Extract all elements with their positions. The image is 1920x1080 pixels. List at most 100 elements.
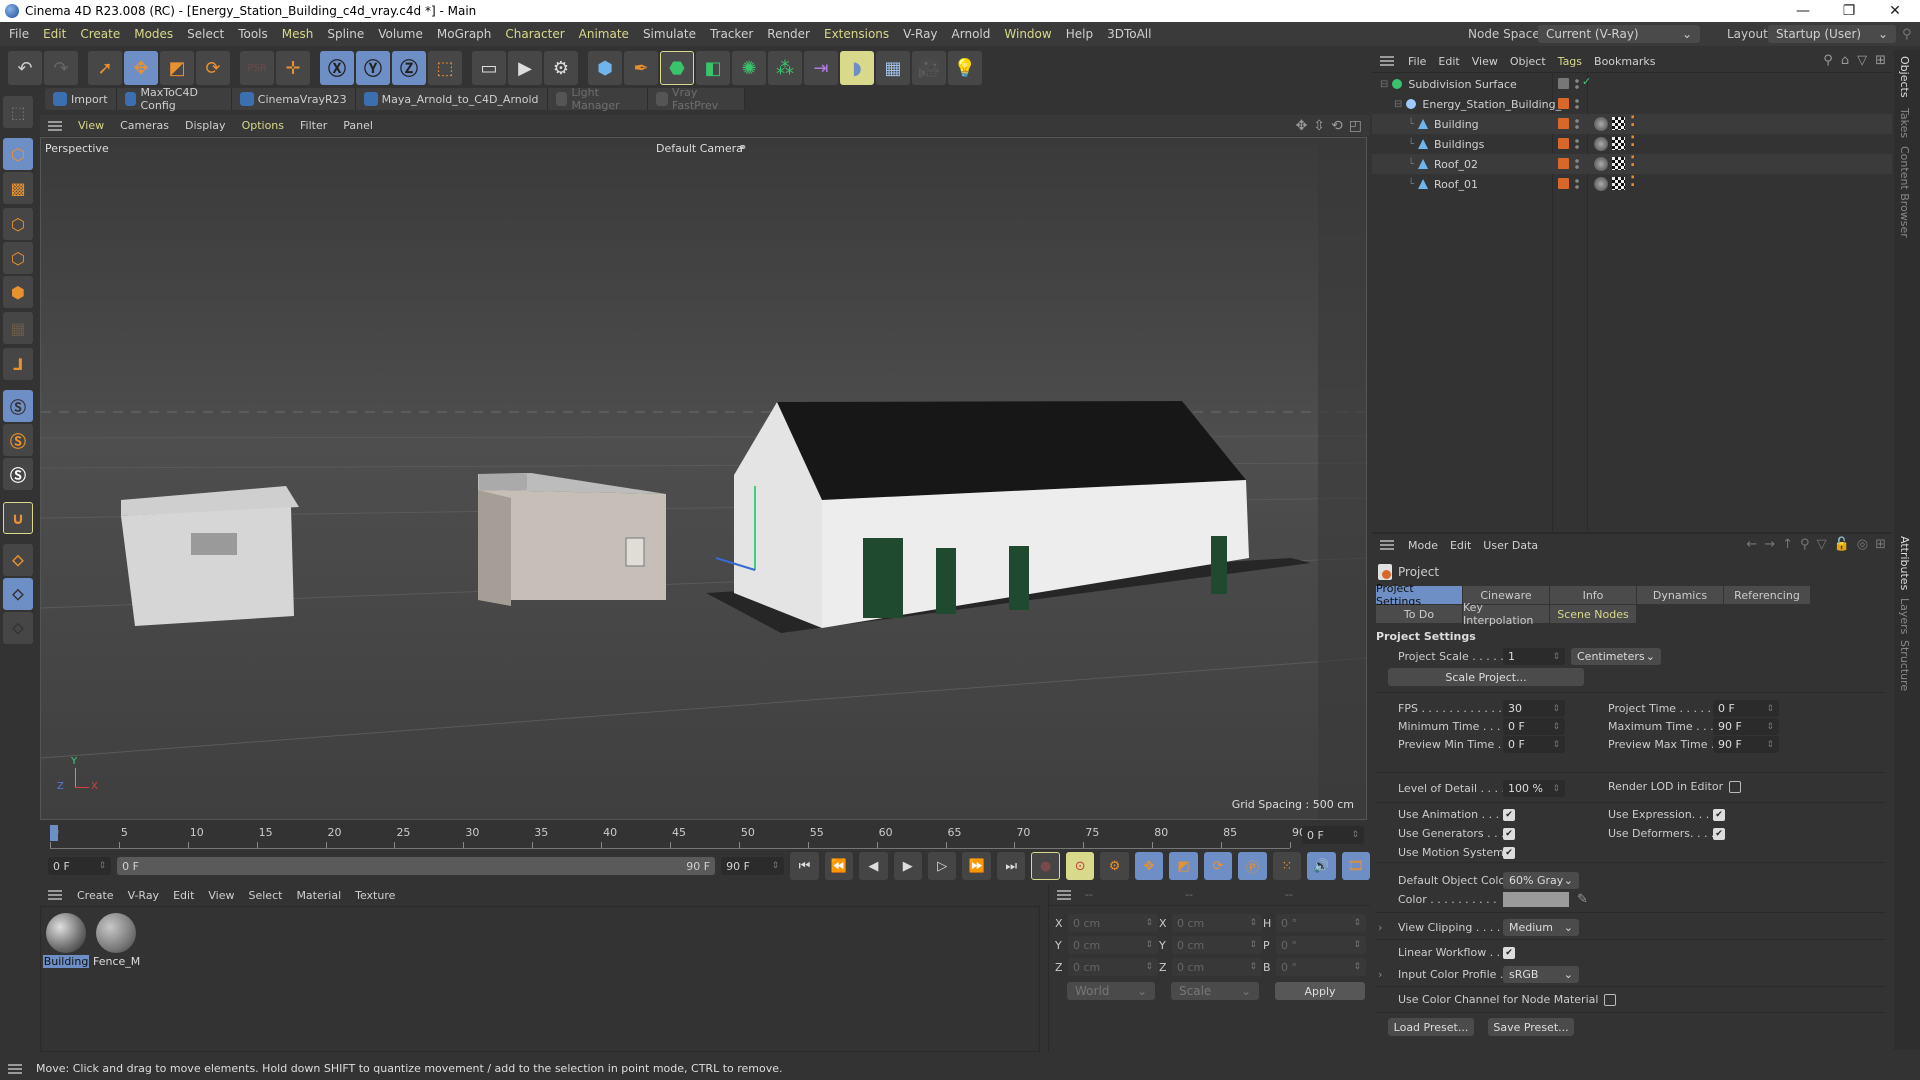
maximize-button[interactable]: ❐ — [1826, 0, 1872, 22]
visibility-dots-icon[interactable] — [1575, 178, 1579, 190]
undo-button[interactable]: ↶ — [8, 51, 42, 85]
menu-character[interactable]: Character — [498, 27, 571, 41]
node-space-select[interactable]: Current (V-Ray) ⌄ — [1538, 25, 1700, 43]
layer-color-tag[interactable] — [1558, 78, 1569, 89]
minimize-button[interactable]: — — [1780, 0, 1826, 22]
attribute-menu-edit[interactable]: Edit — [1444, 539, 1477, 552]
uvw-tag-icon[interactable] — [1612, 157, 1625, 170]
coord-rot-p-field[interactable]: 0 ° ⇕ — [1276, 936, 1366, 954]
render-lod-checkbox[interactable] — [1729, 780, 1742, 793]
material-tag-icon[interactable] — [1594, 177, 1608, 191]
tree-connector-icon[interactable]: ⊟ — [1394, 99, 1402, 110]
attribute-menu-user-data[interactable]: User Data — [1477, 539, 1544, 552]
material-menu-view[interactable]: View — [201, 889, 241, 902]
snap-settings-button[interactable]: Ⓢ — [3, 424, 33, 456]
magnet-button[interactable]: ∪ — [3, 502, 33, 534]
key-parameter-button[interactable]: Ⓟ — [1238, 852, 1267, 880]
fps-field[interactable]: 30 ⇕ — [1503, 700, 1565, 717]
coordinate-mode-select[interactable]: World ⌄ — [1067, 982, 1155, 1000]
prev-min-field[interactable]: 0 F ⇕ — [1503, 736, 1565, 753]
coordinate-system-button[interactable]: ⬚ — [428, 51, 462, 85]
object-menu-file[interactable]: File — [1402, 55, 1432, 68]
point-mode-button[interactable]: ⬡ — [3, 208, 33, 240]
material-menu-texture[interactable]: Texture — [348, 889, 402, 902]
material-tag-icon[interactable] — [1594, 157, 1608, 171]
material-menu-v-ray[interactable]: V-Ray — [121, 889, 167, 902]
close-button[interactable]: ✕ — [1872, 0, 1918, 22]
hamburger-icon[interactable] — [48, 890, 62, 900]
end-frame-field[interactable]: 90 F ⇕ — [721, 857, 785, 875]
menu-3dtoall[interactable]: 3DToAll — [1100, 27, 1158, 41]
projection-label[interactable]: Perspective — [45, 142, 109, 155]
enabled-check-icon[interactable]: ✓ — [1582, 75, 1591, 88]
use-animation-checkbox[interactable]: ✔ — [1503, 808, 1515, 821]
material-menu-create[interactable]: Create — [70, 889, 121, 902]
tab-scene-nodes[interactable]: Scene Nodes — [1550, 605, 1637, 623]
menu-spline[interactable]: Spline — [320, 27, 371, 41]
viewport-menu-panel[interactable]: Panel — [335, 119, 381, 132]
home-icon[interactable]: ⌂ — [1841, 53, 1849, 68]
pen-button[interactable]: ✒ — [624, 51, 658, 85]
key-position-button[interactable]: ✥ — [1134, 852, 1164, 880]
vray-tag-icon[interactable]: ⁚ — [1630, 174, 1635, 190]
coord-rot-h-field[interactable]: 0 ° ⇕ — [1276, 914, 1366, 932]
viewport-menu-options[interactable]: Options — [234, 119, 292, 132]
eyedropper-icon[interactable]: ✎ — [1577, 892, 1588, 907]
render-settings-button[interactable]: ⚙ — [544, 51, 578, 85]
target-icon[interactable]: ◎ — [1857, 537, 1868, 552]
render-picture-viewer-button[interactable]: ▶ — [508, 51, 542, 85]
uvw-tag-icon[interactable] — [1612, 117, 1625, 130]
object-menu-tags[interactable]: Tags — [1552, 55, 1588, 68]
tab-takes[interactable]: Takes — [1898, 108, 1911, 138]
object-row-subdivision-surface[interactable]: ⊟ Subdivision Surface ✓ — [1372, 74, 1892, 94]
menu-animate[interactable]: Animate — [572, 27, 636, 41]
max-time-field[interactable]: 90 F ⇕ — [1713, 718, 1779, 735]
plugin-light-manager-button[interactable]: Light Manager — [548, 86, 649, 112]
apply-button[interactable]: Apply — [1275, 982, 1365, 1000]
texture-mode-button[interactable]: ▩ — [3, 172, 33, 204]
play-button[interactable]: ▶ — [893, 852, 923, 880]
floor-button[interactable]: ▦ — [876, 51, 910, 85]
layer-color-tag[interactable] — [1558, 118, 1569, 129]
material-menu-material[interactable]: Material — [289, 889, 348, 902]
plugin-import-button[interactable]: Import — [45, 88, 117, 110]
array-button[interactable]: ⁂ — [768, 51, 802, 85]
z-axis-lock-button[interactable]: Ⓩ — [392, 51, 426, 85]
object-row-roof-01[interactable]: └ Roof_01 ⁚ — [1372, 174, 1892, 194]
sound-button[interactable]: 🔊 — [1307, 852, 1336, 880]
camera-button[interactable]: 🎥 — [912, 51, 946, 85]
polygon-mode-button[interactable]: ⬢ — [3, 276, 33, 308]
layer-color-tag[interactable] — [1558, 138, 1569, 149]
psr-button[interactable]: PSR — [240, 51, 274, 85]
project-time-field[interactable]: 0 F ⇕ — [1713, 700, 1779, 717]
viewport-menu-cameras[interactable]: Cameras — [112, 119, 177, 132]
keyframe-settings-button[interactable]: ⚙ — [1100, 852, 1129, 880]
film-button[interactable]: 🎞 — [1341, 852, 1371, 880]
visibility-dots-icon[interactable] — [1575, 118, 1579, 130]
rotate-tool-button[interactable]: ⟳ — [196, 51, 230, 85]
use-color-channel-checkbox[interactable] — [1604, 993, 1617, 1006]
forward-arrow-icon[interactable]: → — [1764, 537, 1775, 552]
coord-size-z-field[interactable]: 0 cm ⇕ — [1172, 958, 1262, 976]
use-expression-checkbox[interactable]: ✔ — [1713, 808, 1725, 821]
transform-button[interactable]: ✛ — [276, 51, 310, 85]
tab-structure[interactable]: Structure — [1898, 640, 1911, 691]
hamburger-icon[interactable] — [48, 120, 62, 131]
project-scale-field[interactable]: 1 ⇕ — [1503, 648, 1565, 665]
min-time-field[interactable]: 0 F ⇕ — [1503, 718, 1565, 735]
tree-connector-icon[interactable]: ⊟ — [1380, 79, 1388, 90]
mograph-cloner-button[interactable]: ✺ — [732, 51, 766, 85]
visibility-dots-icon[interactable] — [1575, 78, 1579, 90]
attribute-menu-mode[interactable]: Mode — [1402, 539, 1444, 552]
orbit-icon[interactable]: ⟲ — [1331, 118, 1343, 134]
render-view-button[interactable]: ▭ — [472, 51, 506, 85]
coord-rot-b-field[interactable]: 0 ° ⇕ — [1276, 958, 1366, 976]
tab-key-interpolation[interactable]: Key Interpolation — [1463, 601, 1550, 627]
autokey-button[interactable]: ⊙ — [1065, 852, 1095, 880]
object-menu-edit[interactable]: Edit — [1432, 55, 1465, 68]
tab-project-settings[interactable]: Project Settings — [1376, 582, 1463, 608]
viewport-menu-view[interactable]: View — [70, 119, 112, 132]
key-rotation-button[interactable]: ⟳ — [1203, 852, 1233, 880]
frame-range-slider[interactable]: 0 F 90 F — [117, 857, 716, 875]
project-scale-unit-select[interactable]: Centimeters ⌄ — [1571, 648, 1661, 665]
